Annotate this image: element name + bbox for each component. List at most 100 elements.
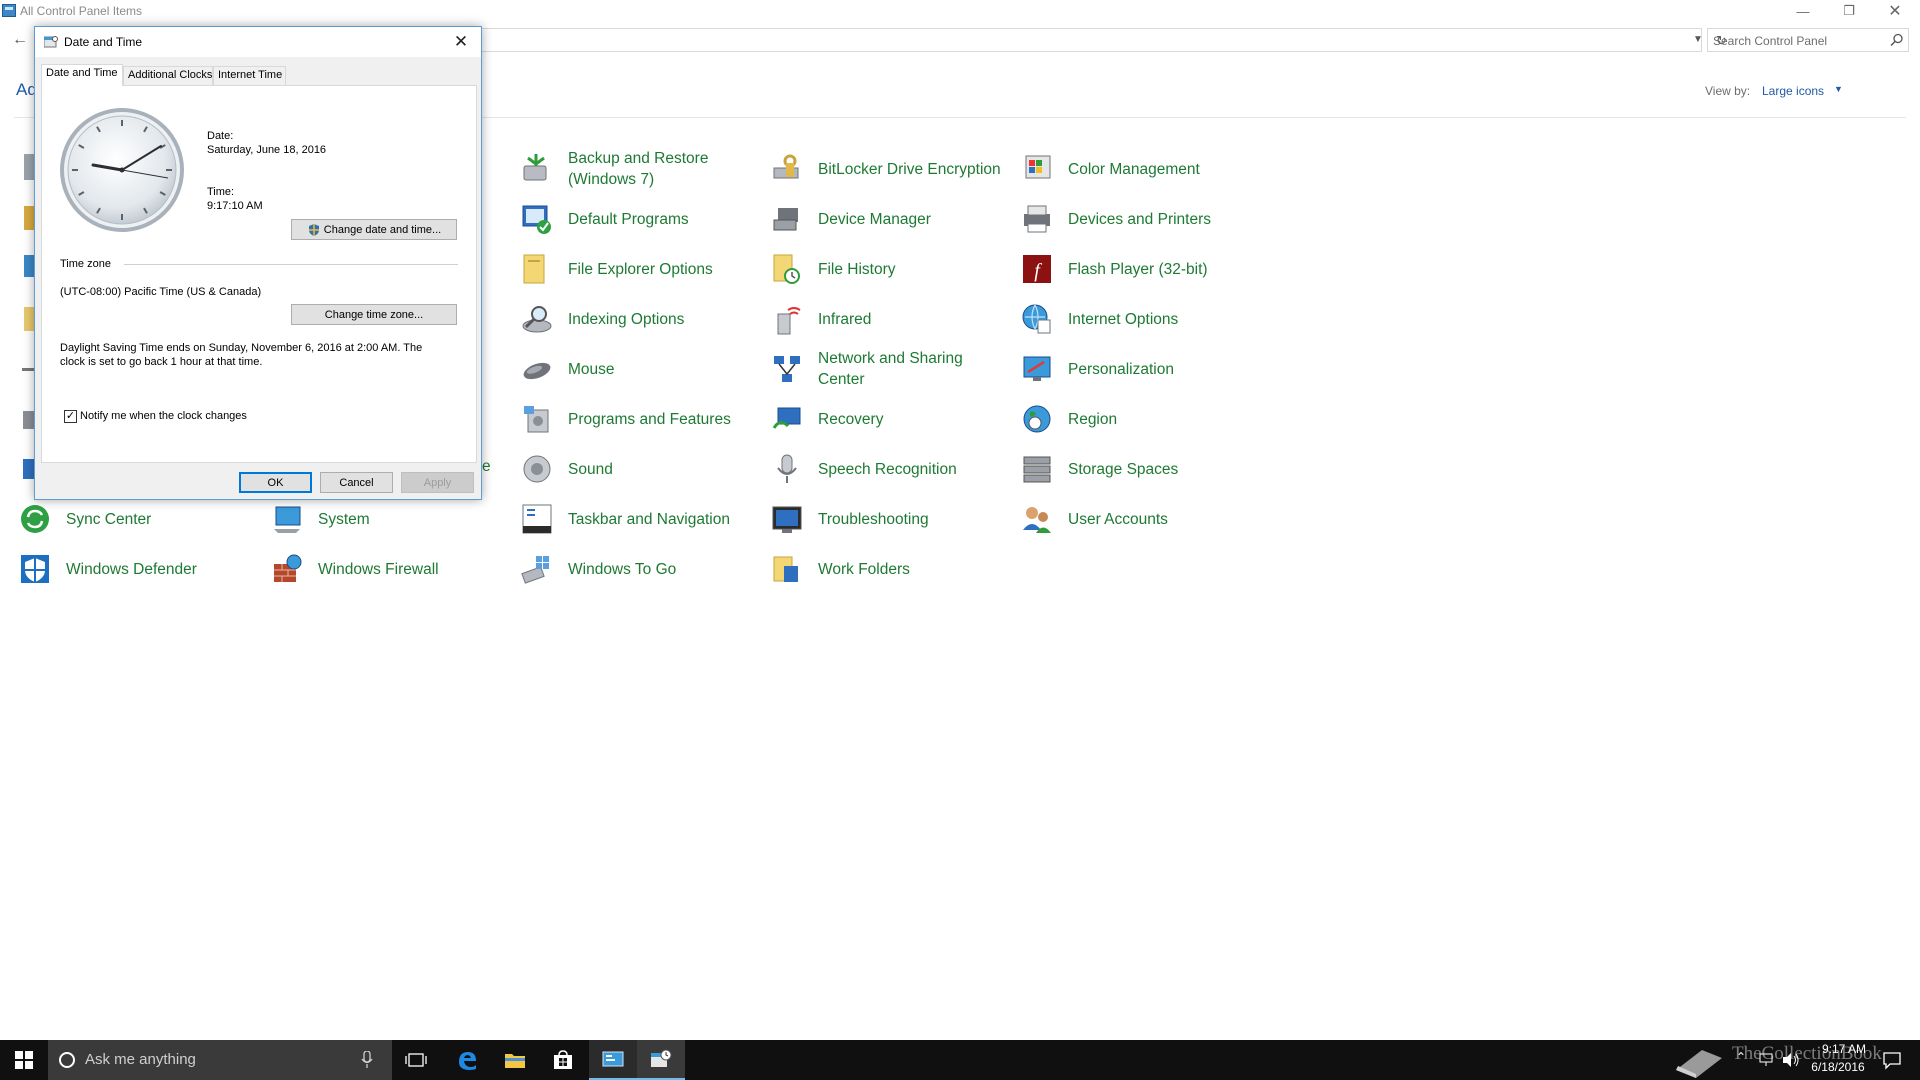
item-windows-defender[interactable]: Windows Defender (18, 546, 256, 592)
item-label: Infrared (818, 310, 872, 328)
task-view-icon (405, 1053, 427, 1067)
file-explorer-button[interactable] (491, 1040, 539, 1080)
microphone-icon[interactable] (361, 1051, 373, 1069)
tab-additional-clocks[interactable]: Additional Clocks (123, 66, 213, 85)
cancel-button[interactable]: Cancel (320, 472, 393, 493)
troubleshooting-icon (772, 506, 802, 533)
control-panel-icon (2, 4, 16, 17)
search-box[interactable] (1707, 28, 1909, 52)
item-windows-to-go[interactable]: Windows To Go (520, 546, 758, 592)
search-icon[interactable] (1889, 32, 1905, 48)
item-file-explorer-options[interactable]: File Explorer Options (520, 246, 758, 292)
item-system[interactable]: System (270, 496, 508, 542)
back-arrow-icon[interactable]: ← (10, 30, 30, 50)
chevron-down-icon[interactable]: ▼ (1693, 34, 1703, 45)
control-panel-icon (602, 1051, 624, 1067)
item-work-folders[interactable]: Work Folders (770, 546, 1008, 592)
user-accounts-icon (1023, 507, 1051, 533)
item-flash-player[interactable]: f Flash Player (32-bit) (1020, 246, 1258, 292)
dialog-titlebar[interactable]: Date and Time ✕ (35, 27, 481, 57)
item-programs-and-features[interactable]: Programs and Features (520, 396, 758, 442)
item-storage-spaces[interactable]: Storage Spaces (1020, 446, 1258, 492)
taskbar: Ask me anything TheCollectionBook ⌃ 9:17… (0, 1040, 1920, 1080)
taskbar-clock-date[interactable]: 6/18/2016 (1806, 1060, 1870, 1074)
item-label: Speech Recognition (818, 460, 957, 478)
restore-button[interactable]: ❐ (1826, 0, 1872, 22)
item-file-history[interactable]: File History (770, 246, 1008, 292)
item-sound[interactable]: Sound (520, 446, 758, 492)
item-recovery[interactable]: Recovery (770, 396, 1008, 442)
item-user-accounts[interactable]: User Accounts (1020, 496, 1258, 542)
network-icon[interactable] (1758, 1053, 1774, 1067)
chevron-down-icon[interactable]: ▼ (1834, 84, 1843, 94)
item-windows-firewall[interactable]: Windows Firewall (270, 546, 508, 592)
date-time-taskbar-button[interactable] (637, 1040, 685, 1080)
item-network-and-sharing[interactable]: Network and Sharing Center (770, 346, 1008, 392)
apply-button[interactable]: Apply (401, 472, 474, 493)
device-manager-icon (773, 208, 798, 231)
item-label: File History (818, 260, 896, 278)
item-label: Color Management (1068, 160, 1200, 178)
book-logo (1676, 1050, 1722, 1078)
control-panel-taskbar-button[interactable] (589, 1040, 637, 1080)
system-icon (274, 506, 301, 533)
store-icon (554, 1050, 572, 1069)
item-label: Troubleshooting (818, 510, 929, 528)
ok-button[interactable]: OK (239, 472, 312, 493)
item-label: User Accounts (1068, 510, 1168, 528)
notify-checkbox-label[interactable]: Notify me when the clock changes (80, 410, 247, 422)
item-mouse[interactable]: Mouse (520, 346, 758, 392)
store-button[interactable] (539, 1040, 587, 1080)
item-label: File Explorer Options (568, 260, 713, 278)
sync-icon (21, 505, 49, 533)
change-timezone-button[interactable]: Change time zone... (291, 304, 457, 325)
file-history-icon (773, 254, 800, 284)
view-by-label: View by: (1705, 84, 1751, 98)
volume-icon[interactable] (1782, 1052, 1800, 1068)
close-button[interactable]: ✕ (1872, 0, 1918, 22)
item-label: Sound (568, 460, 613, 478)
close-icon[interactable]: ✕ (449, 31, 473, 53)
item-label: Device Manager (818, 210, 931, 228)
item-speech-recognition[interactable]: Speech Recognition (770, 446, 1008, 492)
item-infrared[interactable]: Infrared (770, 296, 1008, 342)
task-view-button[interactable] (392, 1040, 440, 1080)
minimize-button[interactable]: — (1780, 0, 1826, 22)
partial-item-label[interactable]: e (482, 458, 491, 476)
item-personalization[interactable]: Personalization (1020, 346, 1258, 392)
item-label: Storage Spaces (1068, 460, 1179, 478)
cortana-search-box[interactable]: Ask me anything (48, 1040, 392, 1080)
dst-info-line2: clock is set to go back 1 hour at that t… (60, 356, 263, 368)
indexing-icon (522, 306, 552, 333)
item-region[interactable]: Region (1020, 396, 1258, 442)
item-sync-center[interactable]: Sync Center (18, 496, 256, 542)
item-taskbar-and-navigation[interactable]: Taskbar and Navigation (520, 496, 758, 542)
windows-logo-icon (15, 1051, 33, 1069)
tab-internet-time[interactable]: Internet Time (213, 66, 286, 85)
change-date-time-button[interactable]: Change date and time... (291, 219, 457, 240)
tab-date-and-time[interactable]: Date and Time (41, 64, 123, 86)
internet-options-icon (1022, 304, 1051, 334)
item-internet-options[interactable]: Internet Options (1020, 296, 1258, 342)
item-devices-and-printers[interactable]: Devices and Printers (1020, 196, 1258, 242)
item-label: Flash Player (32-bit) (1068, 260, 1208, 278)
item-backup-and-restore[interactable]: Backup and Restore (Windows 7) (520, 146, 758, 192)
search-input[interactable] (1713, 33, 1883, 49)
item-device-manager[interactable]: Device Manager (770, 196, 1008, 242)
item-default-programs[interactable]: Default Programs (520, 196, 758, 242)
chevron-up-icon[interactable]: ⌃ (1736, 1050, 1746, 1064)
item-troubleshooting[interactable]: Troubleshooting (770, 496, 1008, 542)
edge-button[interactable] (443, 1040, 491, 1080)
start-button[interactable] (0, 1040, 48, 1080)
date-value: Saturday, June 18, 2016 (207, 144, 327, 156)
item-bitlocker[interactable]: BitLocker Drive Encryption (770, 146, 1018, 192)
notify-checkbox[interactable]: ✓ (64, 410, 77, 423)
item-label: Default Programs (568, 210, 689, 228)
view-by-dropdown[interactable]: Large icons (1762, 84, 1824, 98)
item-indexing-options[interactable]: Indexing Options (520, 296, 758, 342)
item-color-management[interactable]: Color Management (1020, 146, 1258, 192)
defender-icon (21, 555, 49, 583)
taskbar-clock-time[interactable]: 9:17 AM (1812, 1042, 1876, 1056)
action-center-icon[interactable] (1882, 1050, 1902, 1070)
tab-panel: Date: Saturday, June 18, 2016 Time: 9:17… (41, 85, 477, 463)
